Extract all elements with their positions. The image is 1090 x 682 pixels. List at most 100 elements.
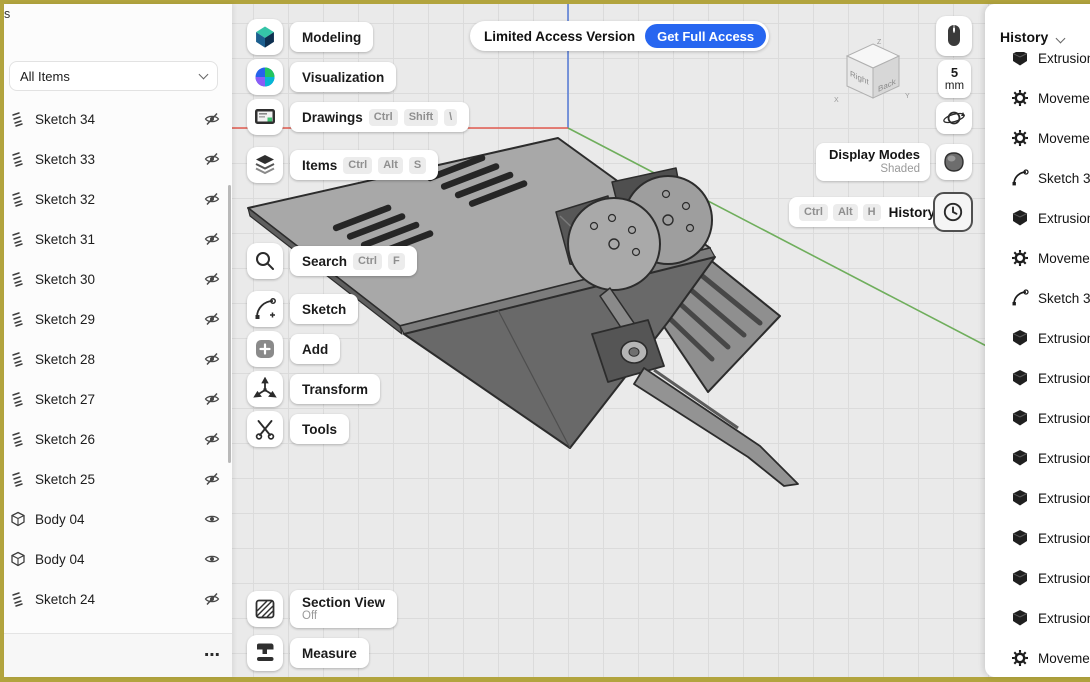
eye-off-icon[interactable] bbox=[204, 111, 220, 127]
extrusion-icon bbox=[1011, 369, 1029, 387]
item-label: Body 04 bbox=[35, 551, 85, 567]
history-item[interactable]: Movement bbox=[985, 78, 1090, 118]
eye-off-icon[interactable] bbox=[204, 191, 220, 207]
list-item[interactable]: Sketch 31 bbox=[4, 219, 232, 259]
sketch-label-button[interactable]: Sketch bbox=[290, 294, 359, 324]
eye-icon[interactable] bbox=[204, 511, 220, 527]
history-item[interactable]: Extrusion bbox=[985, 518, 1090, 558]
list-item[interactable]: Sketch 27 bbox=[4, 379, 232, 419]
kbd-badge: H bbox=[862, 203, 881, 221]
tools-label-button[interactable]: Tools bbox=[290, 414, 349, 444]
tab-visualization[interactable]: Visualization bbox=[290, 62, 397, 92]
tab-drawings[interactable]: Drawings Ctrl Shift \ bbox=[290, 102, 470, 132]
tools-icon bbox=[255, 420, 275, 440]
sketch-hatch-icon bbox=[10, 111, 26, 127]
list-item[interactable]: Sketch 30 bbox=[4, 259, 232, 299]
add-label-button[interactable]: Add bbox=[290, 334, 341, 364]
eye-off-icon[interactable] bbox=[204, 591, 220, 607]
eye-off-icon[interactable] bbox=[204, 231, 220, 247]
tab-modeling[interactable]: Modeling bbox=[290, 22, 374, 52]
history-shortcut-label: History bbox=[888, 204, 936, 220]
history-panel-button[interactable] bbox=[933, 192, 973, 232]
view-cube[interactable]: Right Back Z X Y bbox=[828, 36, 918, 116]
eye-off-icon[interactable] bbox=[204, 311, 220, 327]
history-item-label: Extrusion bbox=[1038, 410, 1090, 426]
list-item[interactable]: Sketch 29 bbox=[4, 299, 232, 339]
history-shortcut-tooltip: Ctrl Alt H History bbox=[789, 197, 946, 227]
items-panel-button[interactable] bbox=[247, 147, 283, 183]
history-item[interactable]: Extrusion bbox=[985, 478, 1090, 518]
history-item[interactable]: Extrusion bbox=[985, 398, 1090, 438]
tab-items[interactable]: Items Ctrl Alt S bbox=[290, 150, 439, 180]
items-filter-dropdown[interactable]: All Items bbox=[9, 61, 218, 91]
history-item[interactable]: Sketch 38 bbox=[985, 158, 1090, 198]
add-tool-button[interactable] bbox=[247, 331, 283, 367]
transform-tool-button[interactable] bbox=[247, 371, 283, 407]
history-item[interactable]: Extrusion bbox=[985, 358, 1090, 398]
eye-off-icon[interactable] bbox=[204, 351, 220, 367]
sketch-tool-button[interactable] bbox=[247, 291, 283, 327]
section-view-label-button[interactable]: Section View Off bbox=[290, 590, 398, 628]
sidebar-scrollbar[interactable] bbox=[228, 185, 231, 463]
display-modes-button[interactable] bbox=[936, 144, 972, 180]
limited-access-label: Limited Access Version bbox=[484, 28, 636, 44]
list-item[interactable]: Sketch 24 bbox=[4, 579, 232, 619]
sketch-hatch-icon bbox=[10, 231, 26, 247]
history-item[interactable]: Movement bbox=[985, 238, 1090, 278]
measure-label-button[interactable]: Measure bbox=[290, 638, 369, 668]
list-item[interactable]: Body 04 bbox=[4, 499, 232, 539]
eye-icon[interactable] bbox=[204, 551, 220, 567]
item-label: Sketch 34 bbox=[35, 111, 96, 127]
list-item[interactable]: Sketch 33 bbox=[4, 139, 232, 179]
transform-label-button[interactable]: Transform bbox=[290, 374, 381, 404]
measure-button[interactable] bbox=[247, 635, 283, 671]
history-item-label: Extrusion bbox=[1038, 330, 1090, 346]
history-item-label: Extrusion bbox=[1038, 370, 1090, 386]
eye-off-icon[interactable] bbox=[204, 431, 220, 447]
list-item[interactable]: Sketch 28 bbox=[4, 339, 232, 379]
item-label: Sketch 25 bbox=[35, 471, 96, 487]
list-item[interactable]: Body 04 bbox=[4, 539, 232, 579]
history-item[interactable]: Extrusion bbox=[985, 318, 1090, 358]
eye-off-icon[interactable] bbox=[204, 271, 220, 287]
mouse-settings-button[interactable] bbox=[936, 16, 972, 56]
extrusion-icon bbox=[1011, 529, 1029, 547]
history-item[interactable]: Movement bbox=[985, 118, 1090, 158]
items-sidebar: s All Items Sketch 34 Sketch 33 Sketch 3… bbox=[4, 4, 232, 677]
search-icon bbox=[256, 252, 274, 270]
history-item-label: Sketch 38 bbox=[1038, 170, 1090, 186]
list-item[interactable]: Sketch 25 bbox=[4, 459, 232, 499]
modeling-workspace-button[interactable] bbox=[247, 19, 283, 55]
list-item[interactable]: Sketch 32 bbox=[4, 179, 232, 219]
display-modes-title: Display Modes bbox=[828, 147, 920, 162]
history-item[interactable]: Sketch 39 bbox=[985, 278, 1090, 318]
display-modes-value: Shaded bbox=[880, 162, 920, 175]
sidebar-partial-text: s bbox=[4, 7, 11, 21]
search-label-button[interactable]: Search Ctrl F bbox=[290, 246, 417, 276]
history-item[interactable]: Extrusion bbox=[985, 558, 1090, 598]
history-item-label: Extrusion bbox=[1038, 210, 1090, 226]
eye-off-icon[interactable] bbox=[204, 151, 220, 167]
visualization-workspace-button[interactable] bbox=[247, 59, 283, 95]
list-item[interactable]: Sketch 26 bbox=[4, 419, 232, 459]
history-item[interactable]: Extrusion bbox=[985, 598, 1090, 638]
drawings-workspace-button[interactable] bbox=[247, 99, 283, 135]
list-item[interactable]: Sketch 34 bbox=[4, 99, 232, 139]
kbd-badge: Ctrl bbox=[799, 203, 828, 221]
kbd-badge: Shift bbox=[403, 108, 439, 126]
more-options-button[interactable]: ⋯ bbox=[204, 647, 220, 664]
eye-off-icon[interactable] bbox=[204, 471, 220, 487]
section-view-button[interactable] bbox=[247, 591, 283, 627]
history-item[interactable]: Extrusion bbox=[985, 198, 1090, 238]
history-dropdown[interactable]: History bbox=[985, 4, 1090, 52]
tools-tool-button[interactable] bbox=[247, 411, 283, 447]
history-item-label: Movement bbox=[1038, 130, 1090, 146]
search-button[interactable] bbox=[247, 243, 283, 279]
history-item[interactable]: Movement bbox=[985, 638, 1090, 677]
eye-off-icon[interactable] bbox=[204, 391, 220, 407]
orbit-view-button[interactable] bbox=[936, 102, 972, 134]
kbd-badge: Ctrl bbox=[343, 156, 373, 174]
sketch-hatch-icon bbox=[10, 391, 26, 407]
history-item[interactable]: Extrusion bbox=[985, 438, 1090, 478]
get-full-access-button[interactable]: Get Full Access bbox=[645, 24, 767, 48]
